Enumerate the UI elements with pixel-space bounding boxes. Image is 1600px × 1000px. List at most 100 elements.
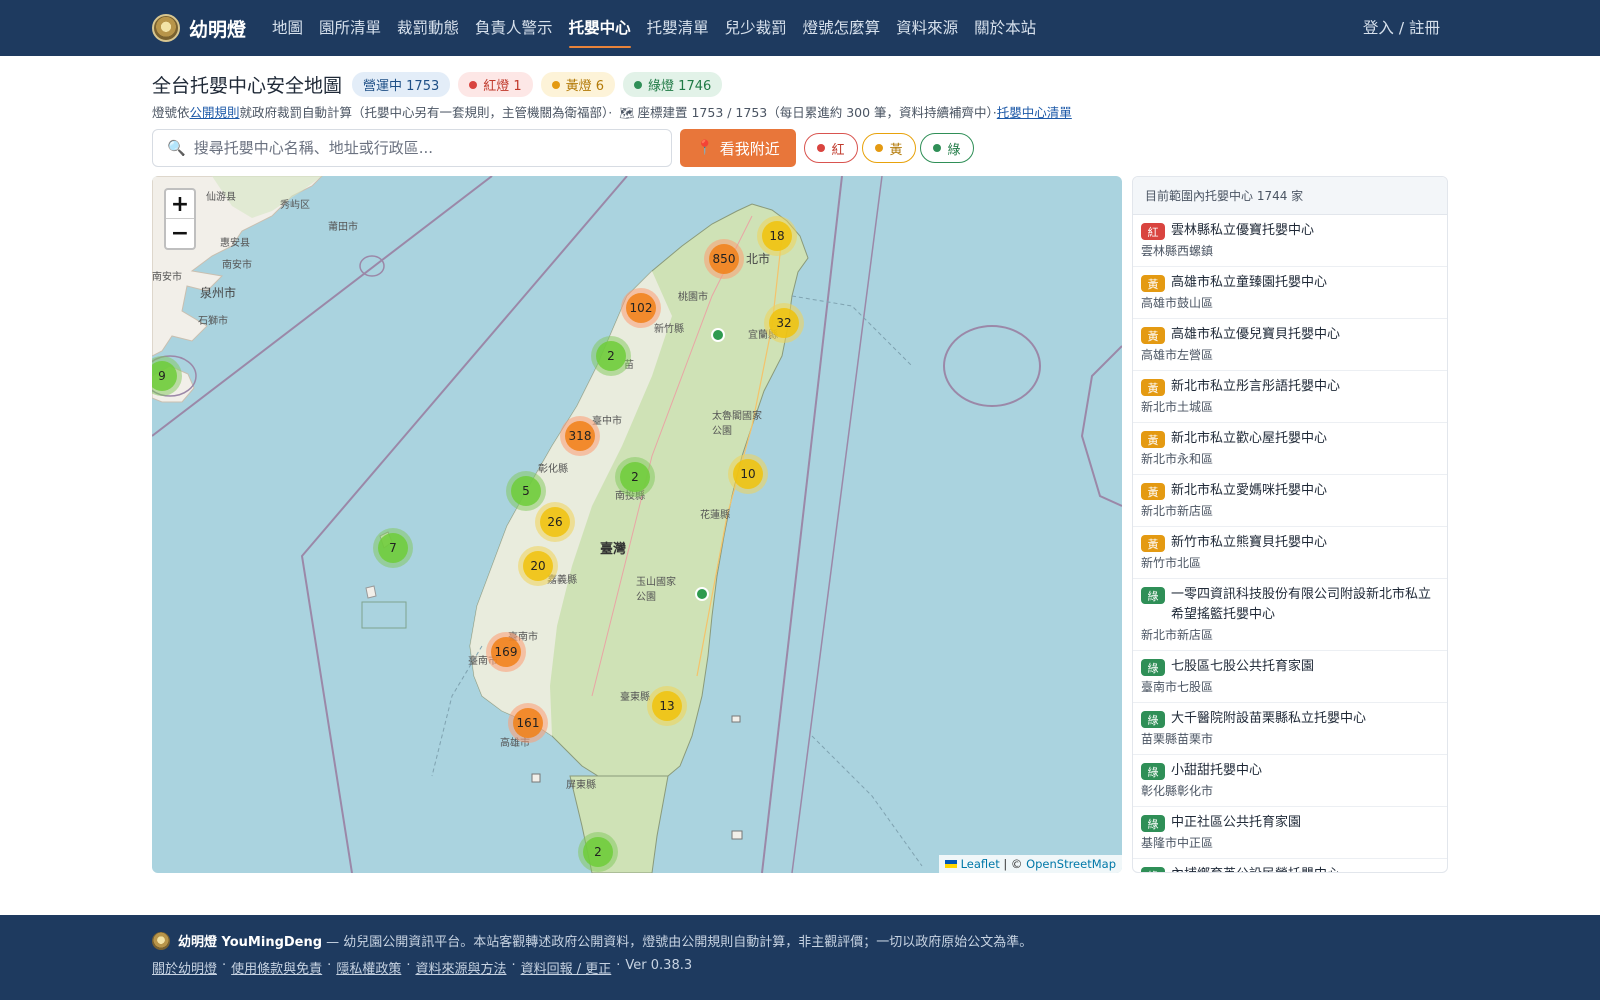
center-marker[interactable] — [711, 328, 725, 342]
green-dot-icon — [933, 144, 942, 152]
filter-red-button[interactable]: 紅 — [804, 133, 858, 163]
cluster-marker[interactable]: 2 — [615, 457, 655, 497]
status-badge: 黃 — [1141, 431, 1165, 448]
cluster-marker[interactable]: 13 — [647, 686, 687, 726]
cluster-count: 850 — [709, 244, 739, 274]
footer-link-privacy[interactable]: 隱私權政策 — [336, 958, 401, 977]
cluster-count: 20 — [523, 551, 553, 581]
nav-map[interactable]: 地圖 — [264, 0, 311, 56]
list-item[interactable]: 綠中正社區公共托育家園 基隆市中正區 — [1133, 807, 1447, 859]
cluster-marker[interactable]: 32 — [764, 303, 804, 343]
leaflet-link[interactable]: Leaflet — [961, 857, 1000, 871]
search-input[interactable] — [193, 139, 654, 157]
cluster-marker[interactable]: 169 — [486, 632, 526, 672]
map-view[interactable]: 北市 桃園市 新竹縣 宜蘭縣 苗 臺中市 太魯閣國家公園 彰化縣 南投縣 花蓮縣… — [152, 176, 1122, 873]
status-badge: 綠 — [1141, 763, 1165, 780]
nav-owner-alerts[interactable]: 負責人警示 — [467, 0, 561, 56]
list-item[interactable]: 綠 內埔鄉育英公設民營托嬰中心 — [1133, 859, 1447, 872]
cluster-marker[interactable]: 2 — [578, 832, 618, 872]
yellow-dot-icon — [875, 144, 884, 152]
center-marker[interactable] — [695, 587, 709, 601]
place-taiwan: 臺灣 — [600, 542, 627, 557]
list-item[interactable]: 黃新北市私立歡心屋托嬰中心 新北市永和區 — [1133, 423, 1447, 475]
list-item[interactable]: 黃高雄市私立優兒寶貝托嬰中心 高雄市左營區 — [1133, 319, 1447, 371]
cluster-count: 2 — [596, 341, 626, 371]
filter-yellow-button[interactable]: 黃 — [862, 133, 916, 163]
cluster-marker[interactable]: 2 — [591, 336, 631, 376]
search-icon: 🔍 — [167, 139, 186, 157]
list-item[interactable]: 黃新北市私立愛媽咪托嬰中心 新北市新店區 — [1133, 475, 1447, 527]
list-item[interactable]: 綠小甜甜托嬰中心 彰化縣彰化市 — [1133, 755, 1447, 807]
cluster-marker[interactable]: 7 — [373, 528, 413, 568]
list-item[interactable]: 黃高雄市私立童臻園托嬰中心 高雄市鼓山區 — [1133, 267, 1447, 319]
list-item[interactable]: 黃新北市私立彤言彤語托嬰中心 新北市土城區 — [1133, 371, 1447, 423]
cluster-marker[interactable]: 18 — [757, 216, 797, 256]
list-item[interactable]: 紅雲林縣私立優寶托嬰中心 雲林縣西螺鎮 — [1133, 215, 1447, 267]
list-item[interactable]: 綠大千醫院附設苗栗縣私立托嬰中心 苗栗縣苗栗市 — [1133, 703, 1447, 755]
cluster-count: 13 — [652, 691, 682, 721]
yellow-dot-icon — [551, 80, 560, 89]
footer-links: 關於幼明燈 · 使用條款與免責 · 隱私權政策 · 資料來源與方法 · 資料回報 / 更… — [152, 958, 692, 977]
infant-list-link[interactable]: 托嬰中心清單 — [997, 105, 1072, 120]
item-area: 臺南市七股區 — [1141, 680, 1214, 694]
cluster-count: 26 — [540, 507, 570, 537]
cluster-marker[interactable]: 850 — [704, 239, 744, 279]
near-me-button[interactable]: 📍 看我附近 — [680, 129, 796, 167]
status-badge: 黃 — [1141, 483, 1165, 500]
page-title: 全台托嬰中心安全地圖 — [152, 75, 343, 97]
red-count-badge: 紅燈 1 — [458, 72, 533, 97]
list-item[interactable]: 黃新竹市私立熊寶貝托嬰中心 新竹市北區 — [1133, 527, 1447, 579]
search-box[interactable]: 🔍 — [152, 129, 672, 167]
list-item[interactable]: 綠七股區七股公共托育家園 臺南市七股區 — [1133, 651, 1447, 703]
nav-penalty-feed[interactable]: 裁罰動態 — [389, 0, 467, 56]
zoom-out-button[interactable]: − — [166, 219, 194, 248]
nav-infant-list[interactable]: 托嬰清單 — [639, 0, 717, 56]
place-putian: 莆田市 — [328, 222, 358, 233]
nav-infant-centers[interactable]: 托嬰中心 — [561, 0, 639, 56]
public-rules-link[interactable]: 公開規則 — [190, 105, 240, 120]
footer-version: Ver 0.38.3 — [625, 958, 693, 973]
filter-green-button[interactable]: 綠 — [920, 133, 974, 163]
cluster-marker[interactable]: 20 — [518, 546, 558, 586]
cluster-count: 9 — [152, 361, 177, 391]
item-area: 苗栗縣苗栗市 — [1141, 732, 1214, 746]
footer-tagline-row: 幼明燈 YouMingDeng — 幼兒園公開資訊平台。本站客觀轉述政府公開資料… — [152, 931, 1032, 950]
footer-link-report[interactable]: 資料回報 / 更正 — [521, 958, 612, 977]
red-dot-icon — [817, 144, 826, 152]
footer-logo-icon — [152, 931, 170, 950]
footer-link-terms[interactable]: 使用條款與免責 — [231, 958, 322, 977]
cluster-count: 7 — [378, 533, 408, 563]
item-name: 中正社區公共托育家園 — [1171, 815, 1302, 830]
nav-data-sources[interactable]: 資料來源 — [888, 0, 966, 56]
osm-link[interactable]: OpenStreetMap — [1026, 857, 1116, 871]
cluster-marker[interactable]: 26 — [535, 502, 575, 542]
footer-link-about[interactable]: 關於幼明燈 — [152, 958, 217, 977]
nav-child-penalties[interactable]: 兒少裁罰 — [717, 0, 795, 56]
cluster-marker[interactable]: 318 — [560, 416, 600, 456]
center-list: 紅雲林縣私立優寶托嬰中心 雲林縣西螺鎮 黃高雄市私立童臻園托嬰中心 高雄市鼓山區 黃… — [1133, 215, 1447, 872]
cluster-marker[interactable]: 161 — [508, 703, 548, 743]
list-header: 目前範圍內托嬰中心 1744 家 — [1133, 177, 1447, 215]
cluster-marker[interactable]: 102 — [621, 288, 661, 328]
nav-about[interactable]: 關於本站 — [966, 0, 1044, 56]
cluster-marker[interactable]: 5 — [506, 471, 546, 511]
cluster-count: 5 — [511, 476, 541, 506]
item-area: 高雄市左營區 — [1141, 348, 1214, 362]
status-badge: 綠 — [1141, 587, 1165, 604]
item-name: 內埔鄉育英公設民營托嬰中心 — [1171, 865, 1340, 872]
cluster-count: 318 — [565, 421, 595, 451]
footer-link-sources[interactable]: 資料來源與方法 — [415, 958, 506, 977]
status-badge: 黃 — [1141, 535, 1165, 552]
site-footer: 幼明燈 YouMingDeng — 幼兒園公開資訊平台。本站客觀轉述政府公開資料… — [0, 915, 1600, 1000]
list-item[interactable]: 綠一零四資訊科技股份有限公司附設新北市私立希望搖籃托嬰中心 新北市新店區 — [1133, 579, 1447, 651]
login-register-link[interactable]: 登入 / 註冊 — [1363, 0, 1440, 56]
brand[interactable]: 幼明燈 — [152, 14, 246, 42]
cluster-marker[interactable]: 10 — [728, 454, 768, 494]
nav-kindergarten-list[interactable]: 園所清單 — [311, 0, 389, 56]
green-count-badge: 綠燈 1746 — [623, 72, 723, 97]
place-xiuyu: 秀屿区 — [280, 200, 310, 211]
nav-light-rules[interactable]: 燈號怎麼算 — [795, 0, 889, 56]
item-name: 新北市私立歡心屋托嬰中心 — [1171, 431, 1328, 446]
filter-green-label: 綠 — [947, 142, 961, 158]
zoom-in-button[interactable]: + — [166, 190, 194, 219]
